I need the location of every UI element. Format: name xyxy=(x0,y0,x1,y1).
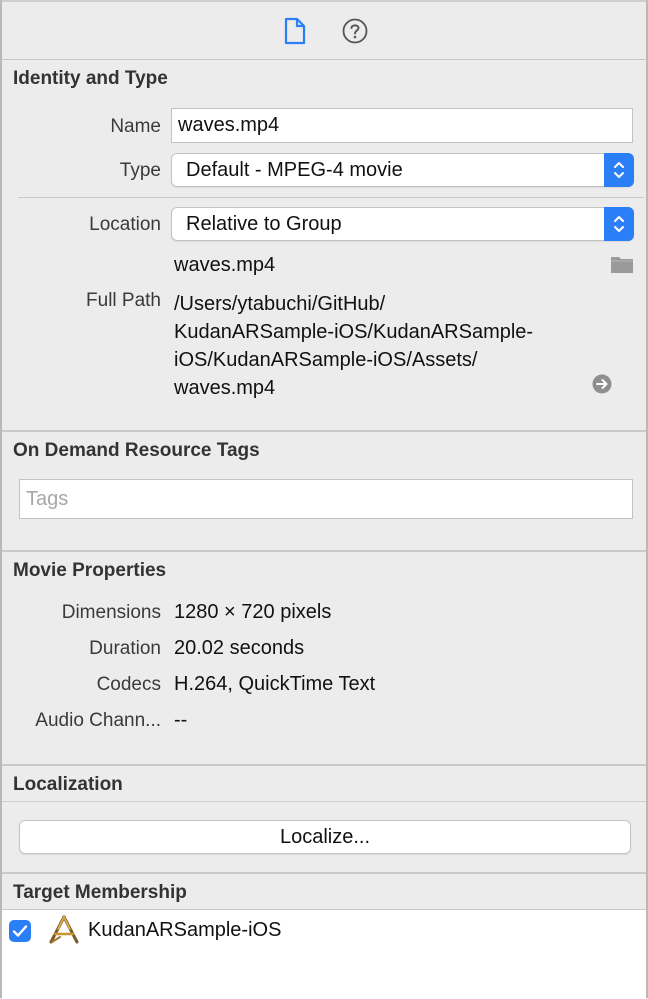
file-inspector-icon[interactable] xyxy=(283,17,307,45)
folder-icon[interactable] xyxy=(610,255,634,274)
target-row[interactable]: KudanARSample-iOS xyxy=(2,910,646,950)
full-path-line: iOS/KudanARSample-iOS/Assets/ xyxy=(174,349,478,371)
location-popup-value: Relative to Group xyxy=(186,212,342,235)
full-path-label: Full Path xyxy=(86,290,161,311)
toolbar-separator xyxy=(2,59,646,60)
full-path-line: waves.mp4 xyxy=(174,377,276,399)
section-separator xyxy=(2,872,646,874)
duration-label: Duration xyxy=(89,638,161,659)
tags-field[interactable]: Tags xyxy=(19,479,633,519)
target-checkbox[interactable] xyxy=(9,920,31,942)
dimensions-label: Dimensions xyxy=(61,602,161,623)
stepper-icon xyxy=(604,207,634,241)
checkmark-icon xyxy=(12,925,28,937)
section-title-identity: Identity and Type xyxy=(13,68,168,89)
section-title-target-membership: Target Membership xyxy=(13,882,187,903)
section-title-on-demand: On Demand Resource Tags xyxy=(13,440,260,461)
full-path-value: /Users/ytabuchi/GitHub/ KudanARSample-iO… xyxy=(174,290,533,402)
full-path-line: KudanARSample-iOS/KudanARSample- xyxy=(174,321,534,343)
stepper-icon xyxy=(604,153,634,187)
type-popup[interactable]: Default - MPEG-4 movie xyxy=(171,153,634,187)
frame-left xyxy=(0,0,2,998)
section-separator xyxy=(2,764,646,766)
target-name: KudanARSample-iOS xyxy=(88,919,282,941)
location-label: Location xyxy=(89,214,161,235)
section-title-localization: Localization xyxy=(13,774,123,795)
duration-value: 20.02 seconds xyxy=(174,637,305,659)
quick-help-icon[interactable] xyxy=(342,18,368,44)
name-field[interactable]: waves.mp4 xyxy=(171,108,633,143)
full-path-line: /Users/ytabuchi/GitHub/ xyxy=(174,293,386,315)
location-popup[interactable]: Relative to Group xyxy=(171,207,634,241)
inspector-selector-bar xyxy=(2,2,646,60)
localization-header-divider xyxy=(2,801,646,802)
section-title-movie-properties: Movie Properties xyxy=(13,560,167,581)
app-target-icon xyxy=(48,915,80,945)
target-list: KudanARSample-iOS xyxy=(2,909,646,999)
file-name: waves.mp4 xyxy=(174,254,276,276)
codecs-label: Codecs xyxy=(96,674,161,695)
reveal-arrow-icon[interactable] xyxy=(592,374,612,394)
section-separator xyxy=(2,430,646,432)
type-label: Type xyxy=(119,160,161,181)
localize-button[interactable]: Localize... xyxy=(19,820,631,854)
name-label: Name xyxy=(110,116,161,137)
identity-divider xyxy=(18,197,644,198)
audio-channels-value: -- xyxy=(174,709,188,731)
section-separator xyxy=(2,550,646,552)
type-popup-value: Default - MPEG-4 movie xyxy=(186,158,403,181)
audio-channels-label: Audio Chann... xyxy=(35,710,161,731)
dimensions-value: 1280 × 720 pixels xyxy=(174,601,332,623)
codecs-value: H.264, QuickTime Text xyxy=(174,673,376,695)
